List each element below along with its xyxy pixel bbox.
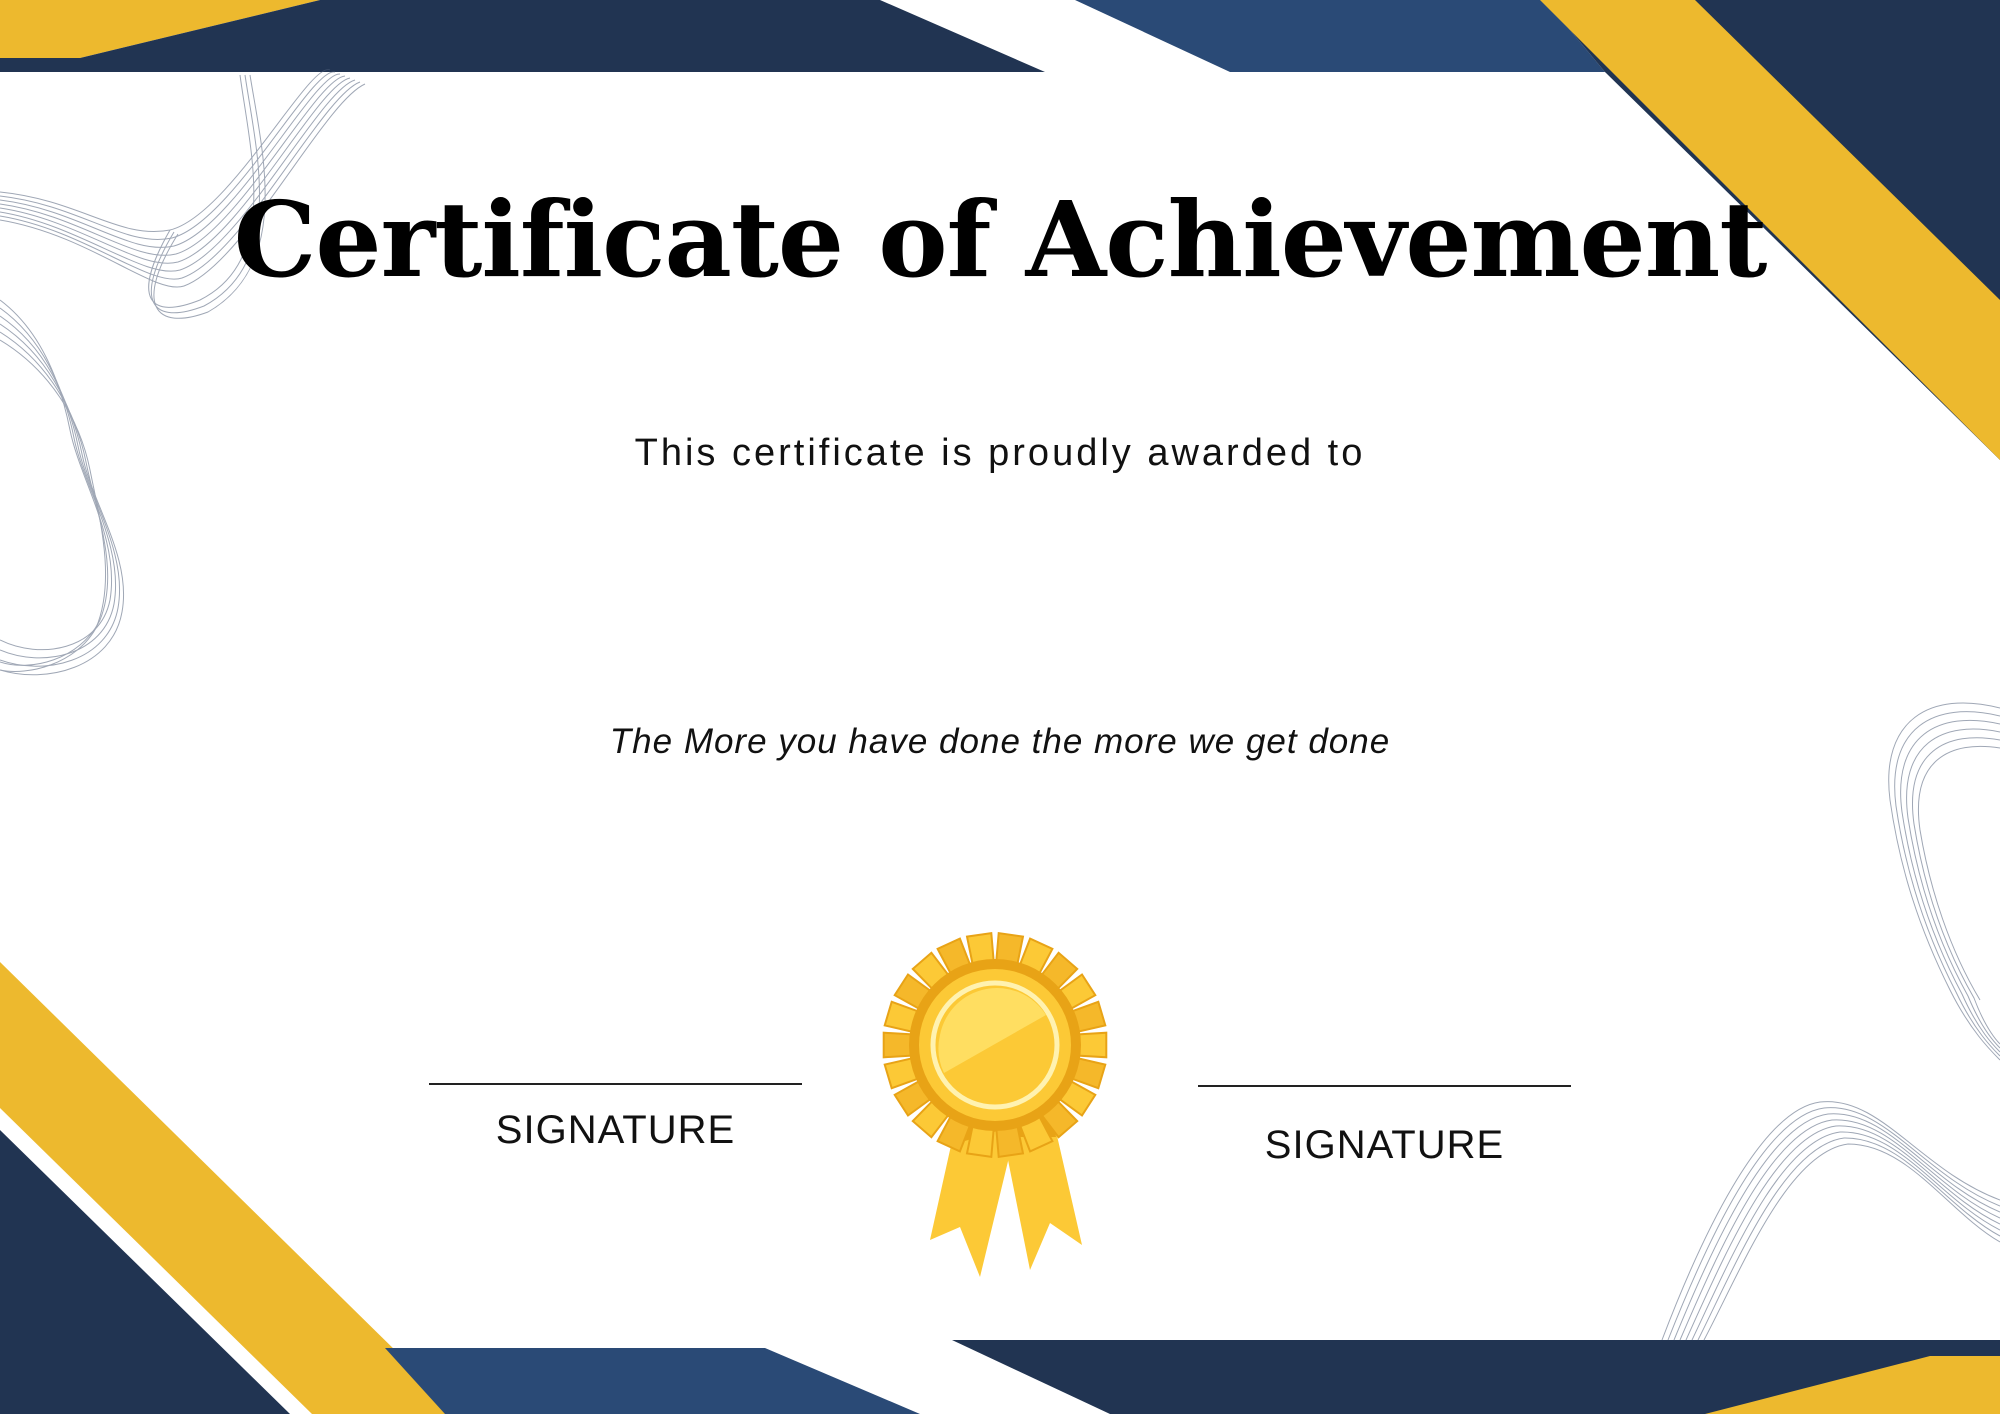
right-signature-label: SIGNATURE xyxy=(1264,1123,1505,1167)
award-subtitle: This certificate is proudly awarded to xyxy=(634,432,1366,474)
certificate-title: Certificate of Achievement xyxy=(233,178,1768,301)
award-rosette-icon xyxy=(882,931,1108,1277)
right-signature-line xyxy=(1198,1085,1571,1087)
left-signature-line xyxy=(429,1083,802,1085)
wave-bottom-right xyxy=(1661,1101,2000,1341)
certificate-page: Certificate of Achievement This certific… xyxy=(0,0,2000,1414)
top-center-blue-band xyxy=(1075,0,1605,72)
left-signature-label: SIGNATURE xyxy=(495,1108,736,1152)
certificate-tagline: The More you have done the more we get d… xyxy=(609,722,1391,761)
wave-left xyxy=(0,299,124,676)
bottom-center-blue-band xyxy=(385,1348,920,1414)
